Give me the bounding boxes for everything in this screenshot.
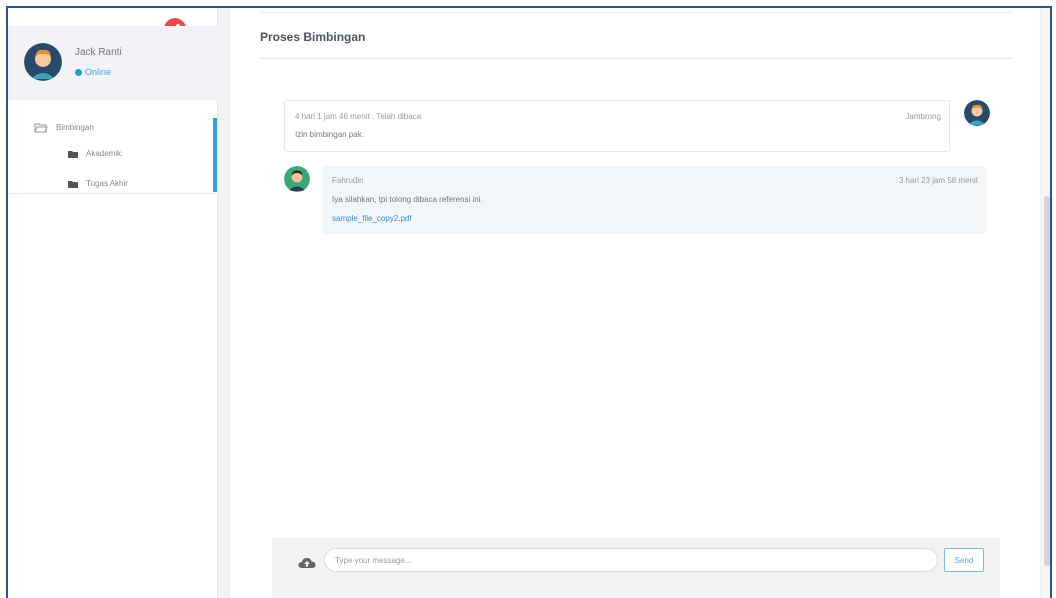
main-panel: Proses Bimbingan 4 hari 1 jam 46 menit .… [230, 8, 1040, 598]
page-title: Proses Bimbingan [260, 30, 366, 44]
divider [260, 12, 1012, 13]
folder-icon [68, 180, 78, 188]
online-dot-icon [75, 68, 82, 76]
message-composer: Send [272, 538, 1000, 598]
user-name: Jack Ranti [75, 47, 122, 58]
user-status: Online [75, 67, 111, 77]
avatar [24, 43, 62, 81]
avatar [964, 100, 990, 126]
message-sender: Jambrong [905, 112, 941, 121]
message-incoming: Fahrudin 3 hari 23 jam 58 menit Iya sila… [322, 166, 986, 234]
sidebar-item-label: Akademik [86, 149, 122, 158]
message-meta: 4 hari 1 jam 46 menit . Telah dibaca [295, 112, 422, 121]
active-indicator [213, 118, 217, 192]
app-frame: Jack Ranti Online Bimbingan Akademik Tug… [6, 6, 1052, 598]
sidebar-nav: Bimbingan Akademik Tugas Akhir [8, 116, 218, 194]
message-text: Izin bimbingan pak. [295, 130, 364, 139]
cloud-upload-icon[interactable] [298, 556, 316, 574]
sidebar-item-bimbingan[interactable]: Bimbingan [34, 122, 94, 133]
sidebar-item-label: Tugas Akhir [86, 179, 128, 188]
sidebar-item-akademik[interactable]: Akademik [68, 149, 121, 158]
message-input[interactable] [324, 548, 938, 572]
divider [260, 58, 1012, 59]
message-time: 3 hari 23 jam 58 menit [898, 176, 978, 185]
user-profile: Jack Ranti Online [8, 26, 218, 100]
send-button[interactable]: Send [944, 548, 984, 572]
status-label: Online [85, 67, 112, 77]
folder-open-icon [34, 123, 48, 133]
scrollbar-thumb[interactable] [1044, 196, 1050, 566]
attachment-link[interactable]: sample_file_copy2.pdf [332, 214, 412, 223]
folder-icon [68, 150, 78, 158]
sidebar: Jack Ranti Online Bimbingan Akademik Tug… [8, 8, 218, 598]
message-text: Iya silahkan, tpi tolong dibaca referens… [332, 195, 483, 204]
sidebar-item-tugas-akhir[interactable]: Tugas Akhir [68, 179, 128, 188]
message-outgoing: 4 hari 1 jam 46 menit . Telah dibaca Jam… [284, 100, 950, 152]
sidebar-item-label: Bimbingan [56, 123, 94, 132]
message-sender: Fahrudin [332, 176, 364, 185]
avatar [284, 166, 310, 192]
